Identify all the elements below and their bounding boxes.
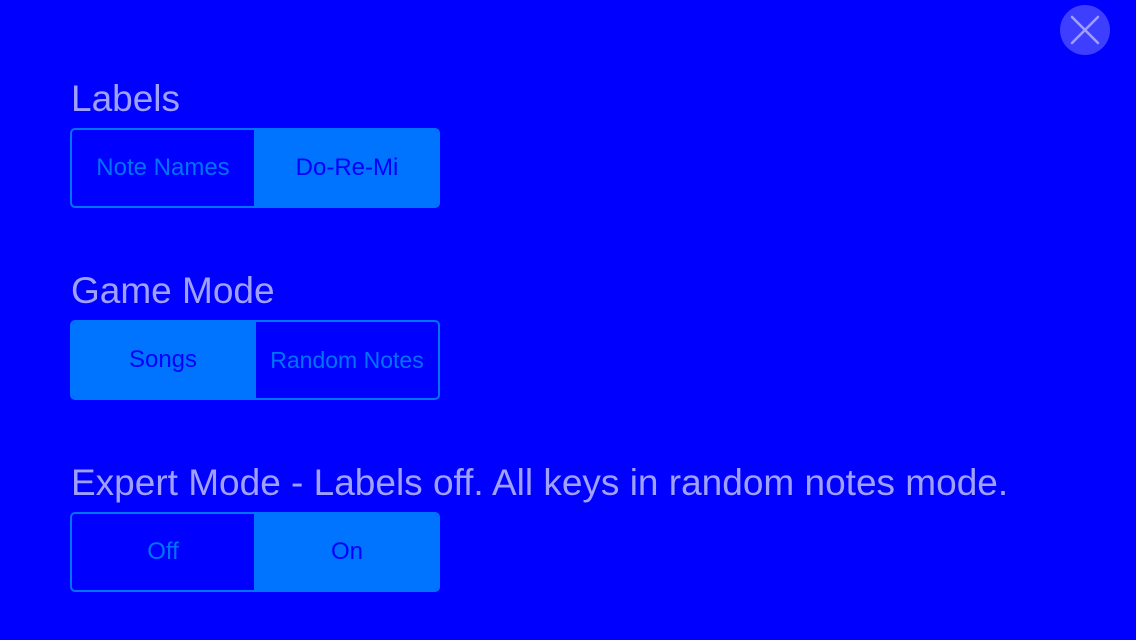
- close-icon: [1070, 15, 1100, 45]
- game-mode-random-notes-option[interactable]: Random Notes: [254, 322, 438, 398]
- game-mode-songs-option[interactable]: Songs: [72, 322, 254, 398]
- labels-do-re-mi-option[interactable]: Do-Re-Mi: [254, 130, 438, 206]
- expert-mode-segmented-control: Off On: [70, 512, 440, 592]
- close-button[interactable]: [1060, 5, 1110, 55]
- labels-title: Labels: [71, 78, 181, 119]
- expert-mode-on-option[interactable]: On: [254, 514, 438, 590]
- expert-mode-off-option[interactable]: Off: [72, 514, 254, 590]
- labels-note-names-option[interactable]: Note Names: [72, 130, 254, 206]
- game-mode-title: Game Mode: [71, 270, 275, 311]
- game-mode-segmented-control: Songs Random Notes: [70, 320, 440, 400]
- labels-segmented-control: Note Names Do-Re-Mi: [70, 128, 440, 208]
- expert-mode-title: Expert Mode - Labels off. All keys in ra…: [71, 462, 1009, 503]
